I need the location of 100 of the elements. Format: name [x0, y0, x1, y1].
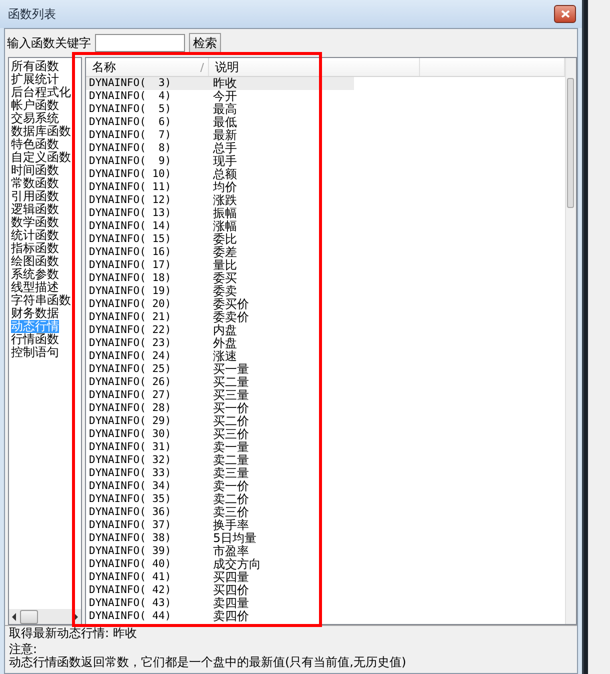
table-row[interactable]: DYNAINFO( 38) 5日均量 [86, 532, 354, 545]
function-name: DYNAINFO( 10) [88, 168, 172, 181]
category-item[interactable]: 常数函数 [11, 177, 59, 190]
function-description: 成交方向 [213, 558, 261, 571]
category-item[interactable]: 统计函数 [11, 229, 59, 242]
function-name: DYNAINFO( 28) [88, 402, 172, 415]
scroll-thumb[interactable] [567, 78, 574, 208]
category-item[interactable]: 财务数据 [11, 307, 59, 320]
function-description: 今开 [213, 90, 237, 103]
function-description: 外盘 [213, 337, 237, 350]
search-field[interactable] [95, 34, 185, 52]
function-name: DYNAINFO( 37) [88, 519, 172, 532]
category-item[interactable]: 帐户函数 [11, 99, 59, 112]
category-item[interactable]: 交易系统 [11, 112, 59, 125]
table-row[interactable]: DYNAINFO( 4) 今开 [86, 90, 354, 103]
table-row[interactable]: DYNAINFO( 14) 涨幅 [86, 220, 354, 233]
category-item[interactable]: 数学函数 [11, 216, 59, 229]
function-name: DYNAINFO( 30) [88, 428, 172, 441]
column-header[interactable]: 名称 / [86, 58, 209, 76]
table-row[interactable]: DYNAINFO( 33) 卖三量 [86, 467, 354, 480]
table-row[interactable]: DYNAINFO( 34) 卖一价 [86, 480, 354, 493]
table-row[interactable]: DYNAINFO( 30) 买三价 [86, 428, 354, 441]
table-row[interactable]: DYNAINFO( 6) 最低 [86, 116, 354, 129]
table-row[interactable]: DYNAINFO( 21) 委卖价 [86, 311, 354, 324]
table-row[interactable]: DYNAINFO( 16) 委差 [86, 246, 354, 259]
table-row[interactable]: DYNAINFO( 29) 买二价 [86, 415, 354, 428]
category-item[interactable]: 扩展统计 [11, 73, 59, 86]
table-row[interactable]: DYNAINFO( 44) 卖四价 [86, 610, 354, 623]
table-row[interactable]: DYNAINFO( 23) 外盘 [86, 337, 354, 350]
table-row[interactable]: DYNAINFO( 20) 委买价 [86, 298, 354, 311]
function-name: DYNAINFO( 13) [88, 207, 172, 220]
table-row[interactable]: DYNAINFO( 8) 总手 [86, 142, 354, 155]
table-row[interactable]: DYNAINFO( 26) 买二量 [86, 376, 354, 389]
close-button[interactable] [554, 5, 576, 23]
function-description: 委卖 [213, 285, 237, 298]
function-name: DYNAINFO( 26) [88, 376, 172, 389]
table-row[interactable]: DYNAINFO( 42) 买四价 [86, 584, 354, 597]
category-item[interactable]: 绘图函数 [11, 255, 59, 268]
table-row[interactable]: DYNAINFO( 31) 卖一量 [86, 441, 354, 454]
right-arrow-icon[interactable] [74, 612, 78, 620]
table-row[interactable]: DYNAINFO( 28) 买一价 [86, 402, 354, 415]
category-item[interactable]: 字符串函数 [11, 294, 71, 307]
table-row[interactable]: DYNAINFO( 37) 换手率 [86, 519, 354, 532]
table-row[interactable]: DYNAINFO( 25) 买一量 [86, 363, 354, 376]
table-row[interactable]: DYNAINFO( 36) 卖三价 [86, 506, 354, 519]
category-item[interactable]: 控制语句 [11, 346, 59, 359]
function-name: DYNAINFO( 27) [88, 389, 172, 402]
function-description: 委卖价 [213, 311, 249, 324]
horizontal-scrollbar[interactable] [9, 609, 81, 624]
category-item[interactable]: 自定义函数 [11, 151, 71, 164]
function-description: 买二价 [213, 415, 249, 428]
table-row[interactable]: DYNAINFO( 43) 卖四量 [86, 597, 354, 610]
category-item[interactable]: 引用函数 [11, 190, 59, 203]
table-row[interactable]: DYNAINFO( 13) 振幅 [86, 207, 354, 220]
category-item[interactable]: 数据库函数 [11, 125, 71, 138]
function-description: 总额 [213, 168, 237, 181]
close-icon[interactable] [560, 10, 570, 18]
table-row[interactable]: DYNAINFO( 39) 市盈率 [86, 545, 354, 558]
table-row[interactable]: DYNAINFO( 3) 昨收 [86, 77, 354, 90]
function-description: 均价 [213, 181, 237, 194]
table-row[interactable]: DYNAINFO( 11) 均价 [86, 181, 354, 194]
table-row[interactable]: DYNAINFO( 27) 买三量 [86, 389, 354, 402]
function-name: DYNAINFO( 7) [88, 129, 172, 142]
table-row[interactable]: DYNAINFO( 5) 最高 [86, 103, 354, 116]
table-row[interactable]: DYNAINFO( 35) 卖二价 [86, 493, 354, 506]
category-item[interactable]: 逻辑函数 [11, 203, 59, 216]
table-row[interactable]: DYNAINFO( 17) 量比 [86, 259, 354, 272]
category-item[interactable]: 指标函数 [11, 242, 59, 255]
vertical-scrollbar[interactable] [565, 58, 576, 624]
table-row[interactable]: DYNAINFO( 10) 总额 [86, 168, 354, 181]
function-name: DYNAINFO( 14) [88, 220, 172, 233]
function-description: 卖一价 [213, 480, 249, 493]
category-item[interactable]: 后台程式化 [11, 86, 71, 99]
table-row[interactable]: DYNAINFO( 24) 涨速 [86, 350, 354, 363]
category-item[interactable]: 时间函数 [11, 164, 59, 177]
category-item[interactable]: 行情函数 [11, 333, 59, 346]
function-name: DYNAINFO( 43) [88, 597, 172, 610]
table-row[interactable]: DYNAINFO( 18) 委买 [86, 272, 354, 285]
table-row[interactable]: DYNAINFO( 32) 卖二量 [86, 454, 354, 467]
function-name: DYNAINFO( 35) [88, 493, 172, 506]
function-description: 买三量 [213, 389, 249, 402]
category-item[interactable]: 系统参数 [11, 268, 59, 281]
category-item[interactable]: 线型描述 [11, 281, 59, 294]
function-description: 内盘 [213, 324, 237, 337]
table-row[interactable]: DYNAINFO( 22) 内盘 [86, 324, 354, 337]
search-button[interactable]: 检索 [189, 33, 221, 53]
function-name: DYNAINFO( 18) [88, 272, 172, 285]
table-row[interactable]: DYNAINFO( 15) 委比 [86, 233, 354, 246]
scroll-thumb[interactable] [20, 610, 38, 624]
left-arrow-icon[interactable] [12, 612, 16, 620]
table-row[interactable]: DYNAINFO( 12) 涨跌 [86, 194, 354, 207]
category-item[interactable]: 特色函数 [11, 138, 59, 151]
table-row[interactable]: DYNAINFO( 41) 买四量 [86, 571, 354, 584]
table-row[interactable]: DYNAINFO( 19) 委卖 [86, 285, 354, 298]
table-row[interactable]: DYNAINFO( 9) 现手 [86, 155, 354, 168]
column-header[interactable]: 说明 [209, 58, 420, 76]
table-row[interactable]: DYNAINFO( 40) 成交方向 [86, 558, 354, 571]
table-row[interactable]: DYNAINFO( 7) 最新 [86, 129, 354, 142]
search-label: 输入函数关键字 [7, 34, 91, 52]
category-item[interactable]: 所有函数 [11, 60, 59, 73]
